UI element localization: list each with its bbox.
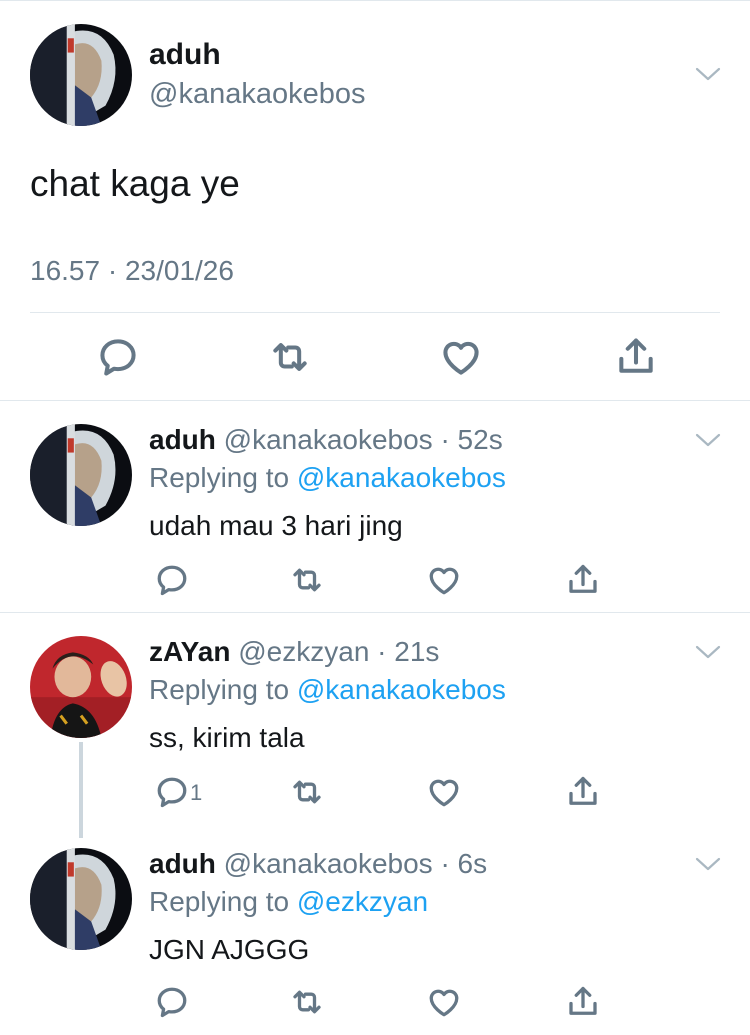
reply-tweet[interactable]: zAYan @ezkzyan · 21s Replying to @kanaka… <box>0 612 750 838</box>
main-tweet: aduh @kanakaokebos chat kaga ye 16.57 · … <box>0 0 750 400</box>
tweet-text: JGN AJGGG <box>149 934 310 965</box>
tweet-text: ss, kirim tala <box>149 722 305 753</box>
share-icon[interactable] <box>565 984 601 1020</box>
reply-tweet[interactable]: aduh @kanakaokebos · 6s Replying to @ezk… <box>0 824 750 1035</box>
author-name[interactable]: zAYan <box>149 636 230 667</box>
avatar[interactable] <box>30 424 132 526</box>
reply-count: 1 <box>190 780 203 805</box>
chevron-down-icon[interactable] <box>694 642 722 662</box>
avatar[interactable] <box>30 24 132 126</box>
like-icon[interactable] <box>426 774 462 810</box>
reply-icon[interactable] <box>154 562 190 598</box>
avatar[interactable] <box>30 848 132 950</box>
mention-link[interactable]: @ezkzyan <box>297 886 428 917</box>
divider <box>30 312 720 313</box>
retweet-icon[interactable] <box>268 335 312 379</box>
retweet-icon[interactable] <box>289 562 325 598</box>
share-icon[interactable] <box>614 335 658 379</box>
reply-icon[interactable] <box>154 774 190 810</box>
avatar[interactable] <box>30 636 132 738</box>
share-icon[interactable] <box>565 774 601 810</box>
author-handle[interactable]: @kanakaokebos · 52s <box>224 424 503 455</box>
chevron-down-icon[interactable] <box>694 430 722 450</box>
retweet-icon[interactable] <box>289 774 325 810</box>
mention-link[interactable]: @kanakaokebos <box>297 462 506 493</box>
author-name[interactable]: aduh <box>149 38 221 72</box>
tweet-timestamp: 16.57 · 23/01/26 <box>30 255 234 286</box>
like-icon[interactable] <box>426 562 462 598</box>
chevron-down-icon[interactable] <box>694 854 722 874</box>
author-name[interactable]: aduh <box>149 848 216 879</box>
mention-link[interactable]: @kanakaokebos <box>297 674 506 705</box>
chevron-down-icon[interactable] <box>694 64 722 84</box>
replying-to: Replying to @ezkzyan <box>149 886 428 918</box>
author-handle[interactable]: @ezkzyan · 21s <box>238 636 439 667</box>
like-icon[interactable] <box>439 335 483 379</box>
replying-prefix: Replying to <box>149 674 297 705</box>
reply-header: aduh @kanakaokebos · 6s <box>149 848 487 880</box>
tweet-text: udah mau 3 hari jing <box>149 510 403 541</box>
replying-to: Replying to @kanakaokebos <box>149 674 506 706</box>
author-name[interactable]: aduh <box>149 424 216 455</box>
author-handle[interactable]: @kanakaokebos · 6s <box>224 848 487 879</box>
reply-icon[interactable] <box>96 335 140 379</box>
replying-prefix: Replying to <box>149 462 297 493</box>
retweet-icon[interactable] <box>289 984 325 1020</box>
reply-tweet[interactable]: aduh @kanakaokebos · 52s Replying to @ka… <box>0 400 750 612</box>
share-icon[interactable] <box>565 562 601 598</box>
tweet-text: chat kaga ye <box>30 163 240 204</box>
replying-prefix: Replying to <box>149 886 297 917</box>
reply-header: aduh @kanakaokebos · 52s <box>149 424 503 456</box>
replying-to: Replying to @kanakaokebos <box>149 462 506 494</box>
reply-header: zAYan @ezkzyan · 21s <box>149 636 439 668</box>
like-icon[interactable] <box>426 984 462 1020</box>
author-handle[interactable]: @kanakaokebos <box>149 78 365 111</box>
reply-icon[interactable] <box>154 984 190 1020</box>
